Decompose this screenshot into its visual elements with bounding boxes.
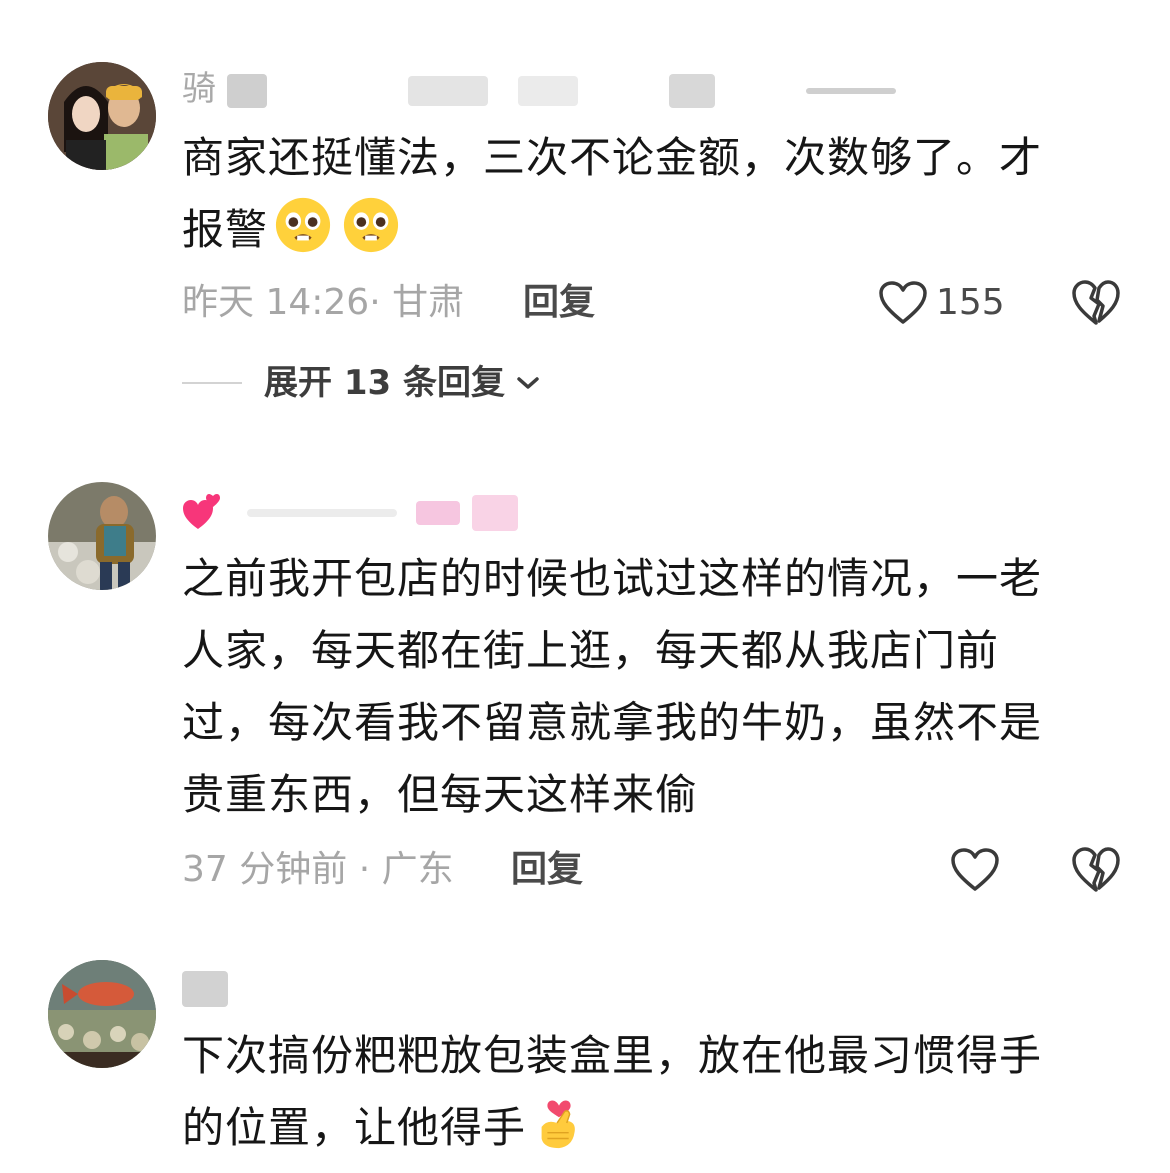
- username-mosaic: [415, 500, 460, 525]
- comment-time-location: 37 分钟前 · 广东: [182, 849, 454, 890]
- username-mosaic: [246, 508, 397, 517]
- content-line: 报警: [182, 194, 1102, 266]
- content-line: 人家，每天都在街上逛，每天都从我店门前: [182, 626, 1000, 675]
- avatar[interactable]: [48, 960, 156, 1068]
- like-button[interactable]: [950, 845, 1008, 895]
- divider-line: [182, 382, 242, 384]
- username-mosaic: [407, 75, 488, 106]
- dislike-button[interactable]: [1071, 845, 1121, 895]
- content-line: 之前我开包店的时候也试过这样的情况，一老: [182, 554, 1043, 603]
- username[interactable]: [182, 964, 228, 1010]
- reply-button[interactable]: 回复: [511, 845, 583, 895]
- comment-content: 商家还挺懂法，三次不论金额，次数够了。才 报警: [182, 122, 1102, 266]
- username-mosaic: [472, 494, 519, 531]
- username[interactable]: [182, 488, 519, 534]
- username-mosaic: [806, 87, 897, 94]
- avatar[interactable]: [48, 482, 156, 590]
- content-line: 下次搞份粑粑放包装盒里，放在他最习惯得手: [182, 1031, 1043, 1080]
- heart-outline-icon: [951, 848, 999, 891]
- content-line: 贵重东西，但每天这样来偷: [182, 770, 699, 819]
- comment-content: 之前我开包店的时候也试过这样的情况，一老 人家，每天都在街上逛，每天都从我店门前…: [182, 543, 1102, 831]
- chevron-down-icon: [517, 377, 539, 389]
- like-count: 155: [936, 282, 1005, 323]
- expand-label: 展开 13 条回复: [264, 363, 505, 403]
- content-line: 过，每次看我不留意就拿我的牛奶，虽然不是: [182, 698, 1043, 747]
- heart-outline-icon: [879, 281, 927, 324]
- comment-time-location: 昨天 14:26· 甘肃: [182, 282, 465, 323]
- pleading-face-icon: [275, 197, 331, 253]
- finger-heart-icon: [541, 1100, 575, 1149]
- broken-heart-icon: [1072, 847, 1120, 892]
- like-button[interactable]: 155: [878, 278, 1005, 328]
- two-hearts-icon: [183, 493, 220, 529]
- broken-heart-icon: [1072, 280, 1120, 325]
- username-mosaic: [226, 73, 267, 108]
- username-mosaic: [669, 73, 716, 108]
- username-mosaic: [182, 970, 228, 1007]
- comment-content: 下次搞份粑粑放包装盒里，放在他最习惯得手 的位置，让他得手: [182, 1020, 1102, 1164]
- reply-button[interactable]: 回复: [523, 278, 595, 328]
- username-mosaic: [518, 75, 579, 106]
- username-text: 骑: [182, 69, 216, 109]
- content-line: 的位置，让他得手: [182, 1092, 1102, 1164]
- avatar[interactable]: [48, 62, 156, 170]
- dislike-button[interactable]: [1071, 278, 1121, 328]
- content-line: 商家还挺懂法，三次不论金额，次数够了。才: [182, 133, 1043, 182]
- username[interactable]: 骑: [182, 66, 897, 112]
- expand-replies-button[interactable]: 展开 13 条回复: [182, 358, 541, 408]
- pleading-face-icon: [343, 197, 399, 253]
